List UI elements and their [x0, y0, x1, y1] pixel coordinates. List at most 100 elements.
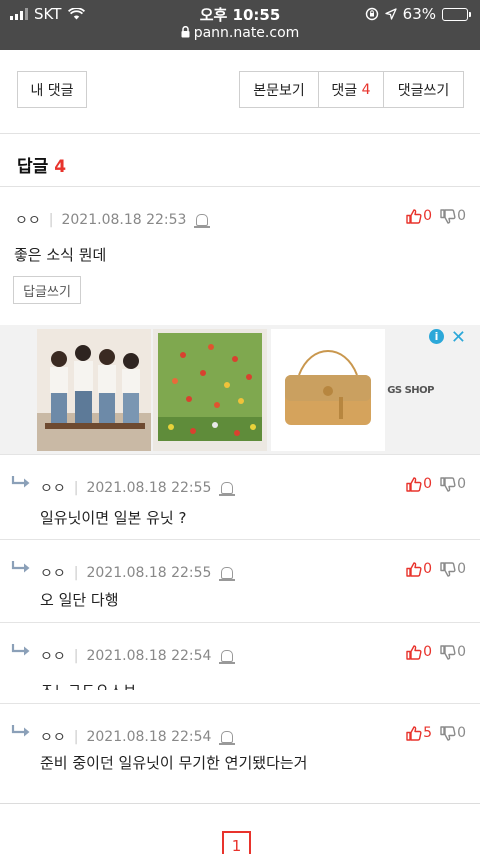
like-count: 5	[423, 725, 433, 741]
thumbs-up-icon	[406, 208, 422, 224]
meta-divider: |	[73, 480, 79, 496]
replies-count: 4	[54, 157, 67, 177]
reply-arrow-icon	[11, 644, 30, 656]
comment-meta: ㅇㅇ | 2021.08.18 22:54	[40, 727, 236, 747]
my-comments-button[interactable]: 내 댓글	[17, 71, 87, 108]
dislike-button[interactable]: 0	[440, 644, 466, 660]
lock-icon	[181, 25, 190, 42]
comment-author: ㅇㅇ	[40, 649, 66, 665]
comment-author: ㅇㅇ	[40, 481, 66, 497]
thumbs-down-icon	[440, 476, 456, 492]
like-button[interactable]: 0	[406, 476, 432, 492]
comment-meta: ㅇㅇ | 2021.08.18 22:54	[40, 646, 236, 666]
replies-title-label: 답글	[17, 157, 49, 177]
comment-text: 오 일단 다행	[40, 591, 119, 609]
view-button-group: 본문보기 댓글 4 댓글쓰기	[239, 71, 464, 108]
like-button[interactable]: 0	[406, 561, 432, 577]
write-reply-button[interactable]: 답글쓰기	[13, 276, 81, 304]
thumbs-up-icon	[406, 725, 422, 741]
comment-votes: 5 0	[406, 725, 466, 741]
replies-heading: 답글 4	[0, 135, 480, 187]
dislike-button[interactable]: 0	[440, 208, 466, 224]
comment-author: ㅇㅇ	[15, 213, 41, 229]
comment-date: 2021.08.18 22:55	[86, 480, 212, 496]
reply-item: ㅇㅇ | 2021.08.18 22:54 5 0 준비 중이던 일유닛이 무기…	[0, 705, 480, 803]
thumbs-down-icon	[440, 208, 456, 224]
pagination-divider	[0, 803, 480, 804]
comments-tab-label: 댓글	[331, 82, 358, 99]
report-icon[interactable]	[194, 214, 211, 228]
comment-date: 2021.08.18 22:55	[86, 565, 212, 581]
replies-title: 답글 4	[17, 152, 66, 177]
page-1-button[interactable]: 1	[222, 831, 251, 854]
dislike-button[interactable]: 0	[440, 561, 466, 577]
comment-date: 2021.08.18 22:54	[86, 648, 212, 664]
comment-votes: 0 0	[406, 644, 466, 660]
status-right: 63%	[365, 5, 471, 23]
meta-divider: |	[73, 729, 79, 745]
report-icon[interactable]	[219, 567, 236, 581]
comment-text: 준비 중이던 일유닛이 무기한 연기됐다는거	[40, 754, 308, 772]
ad-banner[interactable]: i ✕ GS SHOP	[0, 325, 480, 455]
meta-divider: |	[48, 212, 54, 228]
dislike-button[interactable]: 0	[440, 476, 466, 492]
reply-arrow-icon	[11, 476, 30, 488]
ad-info-icon[interactable]: i	[429, 329, 444, 344]
ad-image-family[interactable]	[37, 329, 151, 451]
ad-image-bag[interactable]	[271, 329, 385, 451]
comment-meta: ㅇㅇ | 2021.08.18 22:53	[15, 210, 211, 230]
reply-item: ㅇㅇ | 2021.08.18 22:55 0 0 일유닛이면 일본 유닛 ?	[0, 456, 480, 540]
dislike-count: 0	[457, 644, 466, 660]
comment-votes: 0 0	[406, 561, 466, 577]
url-bar[interactable]: pann.nate.com	[0, 25, 480, 42]
report-icon[interactable]	[219, 650, 236, 664]
comment-text: 일유닛이면 일본 유닛 ?	[40, 509, 187, 527]
location-icon	[385, 8, 397, 20]
meta-divider: |	[73, 648, 79, 664]
comment-meta: ㅇㅇ | 2021.08.18 22:55	[40, 478, 236, 498]
write-comment-button[interactable]: 댓글쓰기	[384, 72, 463, 107]
dislike-count: 0	[457, 208, 466, 224]
dislike-count: 0	[457, 476, 466, 492]
dislike-button[interactable]: 0	[440, 725, 466, 741]
thumbs-up-icon	[406, 561, 422, 577]
comment-author: ㅇㅇ	[40, 730, 66, 746]
like-count: 0	[423, 644, 433, 660]
view-post-button[interactable]: 본문보기	[240, 72, 319, 107]
comment-text: 좋은 소식 뭔데	[14, 246, 107, 264]
url-text: pann.nate.com	[193, 25, 300, 41]
comments-tab[interactable]: 댓글 4	[319, 72, 384, 107]
comment-toolbar: 내 댓글 본문보기 댓글 4 댓글쓰기	[0, 50, 480, 134]
ad-image-painting[interactable]	[153, 329, 267, 451]
ad-close-icon[interactable]: ✕	[451, 327, 466, 348]
thumbs-down-icon	[440, 725, 456, 741]
dislike-count: 0	[457, 561, 466, 577]
thumbs-up-icon	[406, 644, 422, 660]
battery-percent: 63%	[402, 5, 436, 23]
meta-divider: |	[73, 565, 79, 581]
like-count: 0	[423, 561, 433, 577]
comment-text: ㅈㄴㄱㄷㅇㅅㅂ	[40, 680, 137, 690]
thumbs-up-icon	[406, 476, 422, 492]
reply-item: ㅇㅇ | 2021.08.18 22:54 0 0 ㅈㄴㄱㄷㅇㅅㅂ	[0, 624, 480, 704]
comment-meta: ㅇㅇ | 2021.08.18 22:55	[40, 563, 236, 583]
battery-icon	[442, 7, 471, 21]
comment-votes: 0 0	[406, 476, 466, 492]
comment-date: 2021.08.18 22:53	[61, 212, 187, 228]
comments-count: 4	[361, 81, 371, 98]
dislike-count: 0	[457, 725, 466, 741]
report-icon[interactable]	[219, 731, 236, 745]
status-bar: SKT 오후 10:55 pann.nate.com 63%	[0, 0, 480, 50]
comment-author: ㅇㅇ	[40, 566, 66, 582]
thumbs-down-icon	[440, 644, 456, 660]
report-icon[interactable]	[219, 482, 236, 496]
comment-votes: 0 0	[406, 208, 466, 224]
ad-brand-label: GS SHOP	[387, 385, 434, 396]
comment-item: ㅇㅇ | 2021.08.18 22:53 0 0 좋은 소식 뭔데 답글쓰기	[0, 188, 480, 325]
like-count: 0	[423, 208, 433, 224]
like-button[interactable]: 5	[406, 725, 432, 741]
reply-item: ㅇㅇ | 2021.08.18 22:55 0 0 오 일단 다행	[0, 541, 480, 623]
thumbs-down-icon	[440, 561, 456, 577]
like-button[interactable]: 0	[406, 208, 432, 224]
like-button[interactable]: 0	[406, 644, 432, 660]
